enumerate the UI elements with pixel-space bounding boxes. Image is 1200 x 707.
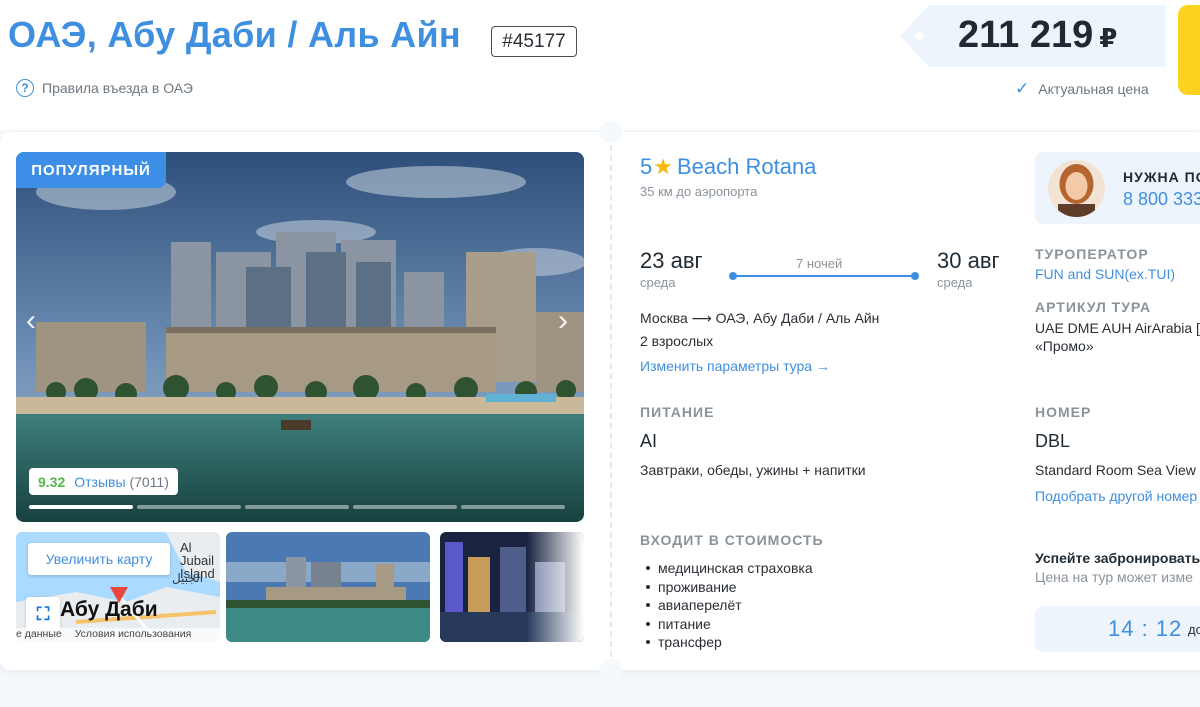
nights-count: 7 ночей [796, 256, 843, 271]
includes-item: авиаперелёт [646, 596, 813, 615]
star-icon: ★ [653, 154, 673, 179]
hurry-subtitle: Цена на тур может изме [1035, 569, 1193, 585]
operator-label: ТУРОПЕРАТОР [1035, 246, 1149, 262]
return-day: среда [937, 275, 973, 290]
photo-pagination [29, 505, 565, 509]
nights-line [729, 272, 919, 280]
departure-date: 23 авг [640, 248, 703, 273]
includes-list: медицинская страховка проживание авиапер… [646, 559, 813, 652]
route: Москва ⟶ ОАЭ, Абу Даби / Аль Айн [640, 310, 880, 326]
room-value: DBL [1035, 431, 1071, 451]
map-footer: е данные Условия использования [16, 628, 220, 642]
return-date: 30 авг [937, 248, 1000, 273]
question-icon: ? [16, 79, 34, 97]
includes-label: ВХОДИТ В СТОИМОСТЬ [640, 532, 824, 548]
hotel-stars: 5 [640, 154, 653, 179]
price-currency: ₽ [1099, 23, 1118, 53]
map-label-arabic: الجبيل [172, 571, 204, 585]
hotel-main-photo[interactable] [16, 152, 584, 522]
other-room-link[interactable]: Подобрать другой номер [1035, 488, 1197, 504]
page: ОАЭ, Абу Даби / Аль Айн #45177 ? Правила… [0, 0, 1200, 707]
zoom-map-button[interactable]: Увеличить карту [28, 543, 170, 575]
timer-suffix: до [1188, 622, 1200, 637]
airport-distance: 35 км до аэропорта [640, 184, 758, 199]
room-description: Standard Room Sea View [1035, 462, 1196, 478]
map-data-label: е данные [16, 628, 62, 640]
photo-thumbnail[interactable] [226, 532, 430, 642]
photo-dot[interactable] [461, 505, 565, 509]
next-photo-icon[interactable]: › [558, 306, 568, 336]
rating-box[interactable]: 9.32 Отзывы (7011) [29, 468, 178, 495]
travellers: 2 взрослых [640, 333, 714, 349]
includes-item: медицинская страховка [646, 559, 813, 578]
card-notch-top [600, 121, 622, 143]
article-value: UAE DME AUH AirArabia [ [1035, 320, 1200, 336]
photo-dot[interactable] [245, 505, 349, 509]
entry-rules-link[interactable]: ? Правила въезда в ОАЭ [16, 79, 193, 97]
meal-label: ПИТАНИЕ [640, 404, 715, 420]
map-city-label: Абу Даби [60, 598, 158, 621]
photo-dot[interactable] [137, 505, 241, 509]
includes-item: трансфер [646, 633, 813, 652]
photo-dot[interactable] [29, 505, 133, 509]
price: 211 219 ₽ [958, 14, 1117, 57]
article-promo: «Промо» [1035, 338, 1094, 354]
popular-badge: ПОПУЛЯРНЫЙ [16, 152, 166, 188]
hurry-title: Успейте забронировать [1035, 550, 1200, 566]
card-divider [610, 145, 612, 657]
prev-photo-icon[interactable]: ‹ [26, 306, 36, 336]
article-label: АРТИКУЛ ТУРА [1035, 299, 1152, 315]
operator-link[interactable]: FUN and SUN(ex.TUI) [1035, 266, 1175, 282]
includes-item: проживание [646, 578, 813, 597]
tour-id-badge: #45177 [491, 26, 577, 57]
avatar [1048, 160, 1105, 217]
photo-dot[interactable] [353, 505, 457, 509]
actual-price-note: ✓ Актуальная цена [1015, 79, 1149, 99]
reviews-link: Отзывы [74, 473, 126, 490]
entry-rules-label: Правила въезда в ОАЭ [42, 80, 193, 96]
change-params-link[interactable]: Изменить параметры тура → [640, 358, 830, 374]
price-amount: 211 219 [958, 14, 1094, 56]
hotel-name-label: Beach Rotana [676, 154, 817, 179]
check-icon: ✓ [1015, 79, 1030, 98]
includes-item: питание [646, 615, 813, 634]
rating-score: 9.32 [38, 473, 66, 490]
help-title: НУЖНА ПОМОЩЬ [1123, 169, 1200, 185]
countdown-timer: 14 : 12 [1108, 616, 1183, 641]
reviews-count: (7011) [129, 473, 169, 490]
meal-description: Завтраки, обеды, ужины + напитки [640, 462, 866, 478]
book-button[interactable] [1178, 5, 1200, 95]
card-notch-bottom [600, 659, 622, 681]
page-title: ОАЭ, Абу Даби / Аль Айн [8, 14, 461, 55]
help-phone[interactable]: 8 800 333 [1123, 189, 1200, 210]
room-label: НОМЕР [1035, 404, 1092, 420]
meal-value: AI [640, 431, 658, 451]
actual-price-label: Актуальная цена [1038, 81, 1149, 97]
departure-day: среда [640, 275, 676, 290]
map-terms-link[interactable]: Условия использования [75, 628, 192, 642]
header: ОАЭ, Абу Даби / Аль Айн #45177 ? Правила… [0, 0, 1200, 130]
photo-thumbnail[interactable] [440, 532, 584, 642]
fullscreen-icon[interactable]: ⛶ [26, 597, 60, 631]
hotel-name[interactable]: 5 ★ Beach Rotana [640, 154, 816, 180]
